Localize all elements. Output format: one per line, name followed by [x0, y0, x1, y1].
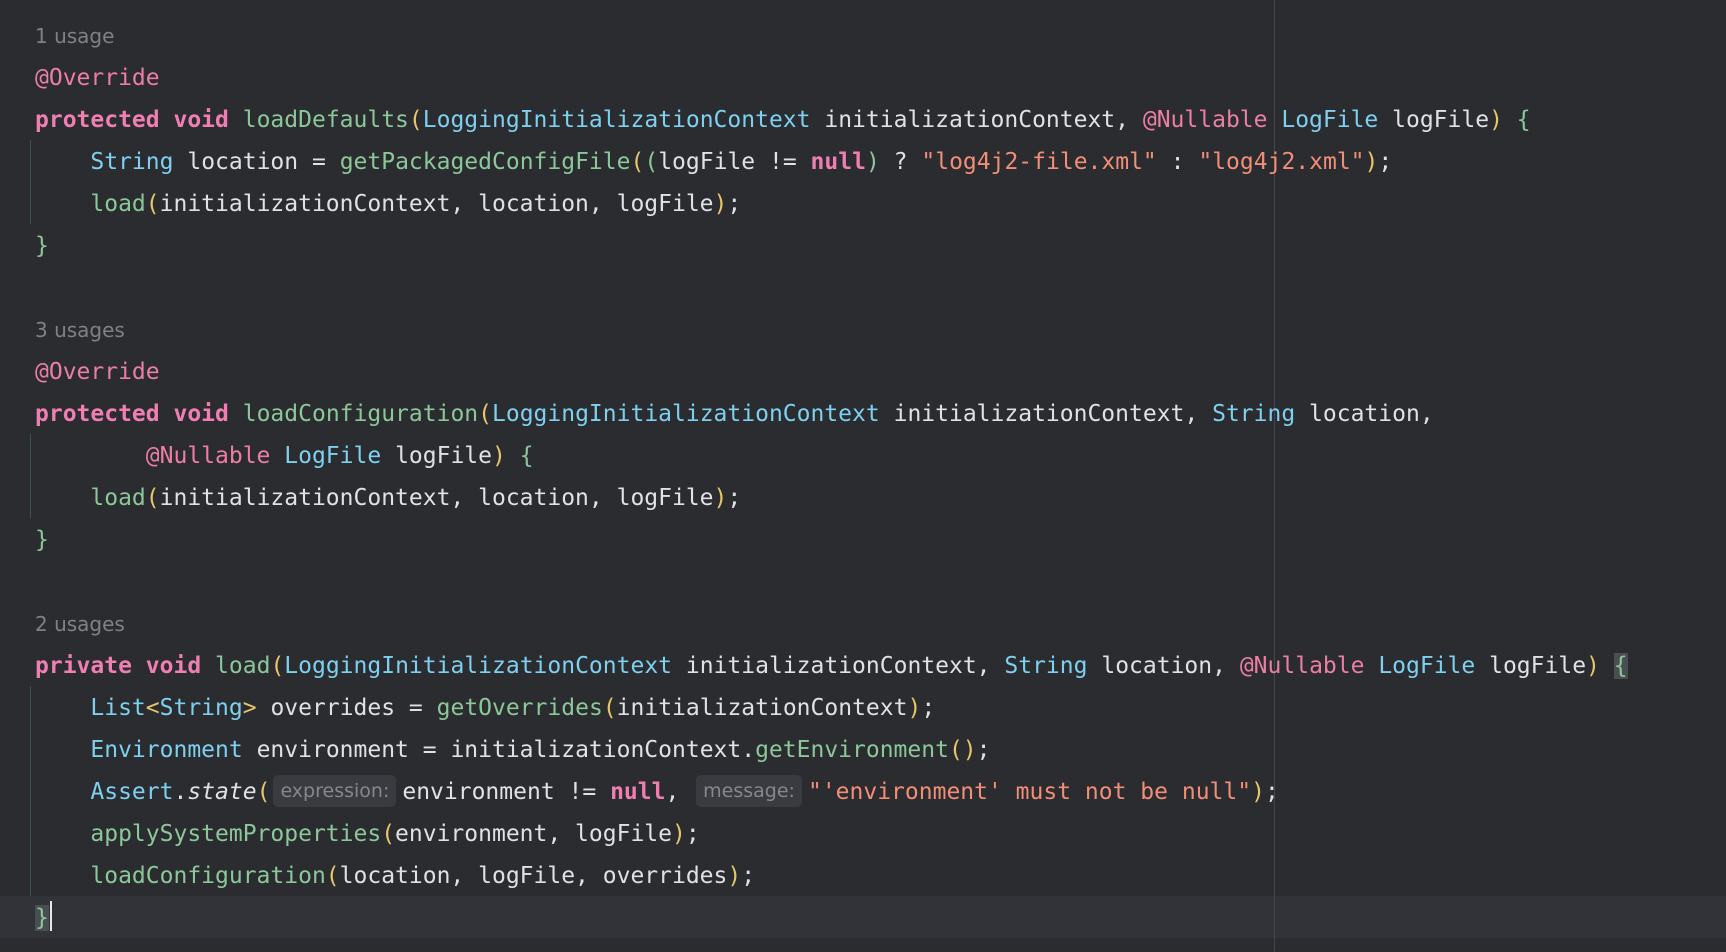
method-name: load	[215, 653, 271, 679]
code-line[interactable]: load(initializationContext, location, lo…	[35, 183, 741, 225]
type-name: LogFile	[1378, 653, 1476, 679]
type-name: LoggingInitializationContext	[492, 401, 880, 427]
parameter-hint: message:	[696, 775, 802, 807]
code-line[interactable]: protected void loadConfiguration(Logging…	[35, 393, 1434, 435]
usage-hint[interactable]: 2 usages	[35, 609, 125, 639]
type-name: List	[90, 695, 146, 721]
code-line[interactable]: String location = getPackagedConfigFile(…	[35, 141, 1392, 183]
keyword: void	[173, 107, 229, 133]
code-line[interactable]: @Override	[35, 351, 160, 393]
type-name: String	[1004, 653, 1088, 679]
string-literal: "log4j2.xml"	[1198, 149, 1365, 175]
arguments: initializationContext	[616, 695, 908, 721]
type-name: Assert	[90, 779, 174, 805]
parameter: initializationContext,	[824, 107, 1129, 133]
type-name: String	[1212, 401, 1296, 427]
matched-brace: }	[35, 905, 49, 931]
code-line[interactable]: Assert.state(expression: environment != n…	[35, 771, 1279, 813]
code-line[interactable]: }	[35, 519, 49, 561]
expression: environment !=	[402, 779, 597, 805]
keyword: void	[173, 401, 229, 427]
variable: environment = initializationContext.	[256, 737, 756, 763]
parameter: location,	[1309, 401, 1434, 427]
code-line[interactable]: Environment environment = initialization…	[35, 729, 990, 771]
annotation: @Nullable	[1239, 653, 1365, 679]
indent-guide	[30, 686, 31, 896]
code-editor[interactable]: 1 usage @Override protected void loadDef…	[0, 0, 1726, 952]
operator: ?	[893, 149, 908, 175]
keyword: protected	[35, 107, 160, 133]
method-name: loadConfiguration	[242, 401, 479, 427]
code-line[interactable]: applySystemProperties(environment, logFi…	[35, 813, 699, 855]
arguments: initializationContext, location, logFile	[159, 485, 714, 511]
type-name: Environment	[90, 737, 243, 763]
arguments: location, logFile, overrides	[339, 863, 728, 889]
code-line[interactable]: private void load(LoggingInitializationC…	[35, 645, 1628, 687]
indent-guide	[30, 140, 31, 224]
current-line-highlight	[0, 896, 1726, 938]
method-name: loadDefaults	[242, 107, 409, 133]
code-line[interactable]: @Nullable LogFile logFile) {	[35, 435, 534, 477]
parameter: logFile	[395, 443, 492, 469]
type-name: LoggingInitializationContext	[422, 107, 811, 133]
keyword: void	[145, 653, 202, 679]
operator: :	[1170, 149, 1185, 175]
code-line[interactable]: load(initializationContext, location, lo…	[35, 477, 741, 519]
parameter: initializationContext,	[893, 401, 1199, 427]
code-line[interactable]: protected void loadDefaults(LoggingIniti…	[35, 99, 1531, 141]
type-name: LoggingInitializationContext	[284, 653, 673, 679]
parameter-hint: expression:	[273, 775, 397, 807]
annotation: @Nullable	[145, 443, 271, 469]
string-literal: "'environment' must not be null"	[807, 779, 1252, 805]
expression: logFile !=	[658, 149, 797, 175]
variable: overrides =	[270, 695, 423, 721]
method-call: getOverrides	[436, 695, 603, 721]
code-line[interactable]: @Override	[35, 57, 160, 99]
type-name: String	[159, 695, 243, 721]
code-line[interactable]: List<String> overrides = getOverrides(in…	[35, 687, 935, 729]
text-caret	[49, 901, 52, 931]
code-line[interactable]: loadConfiguration(location, logFile, ove…	[35, 855, 755, 897]
indent-guide	[30, 434, 31, 518]
parameter: logFile	[1392, 107, 1490, 133]
method-call: load	[90, 485, 146, 511]
usage-hint[interactable]: 3 usages	[35, 315, 125, 345]
type-name: String	[90, 149, 174, 175]
parameter: location,	[1101, 653, 1226, 679]
arguments: environment, logFile	[395, 821, 672, 847]
type-name: LogFile	[284, 443, 382, 469]
method-call: applySystemProperties	[90, 821, 382, 847]
keyword: protected	[35, 401, 160, 427]
method-call: load	[90, 191, 146, 217]
type-name: LogFile	[1281, 107, 1379, 133]
matched-brace: {	[1613, 653, 1628, 679]
string-literal: "log4j2-file.xml"	[921, 149, 1157, 175]
annotation: @Override	[35, 359, 160, 385]
keyword: private	[35, 653, 132, 679]
code-line[interactable]: }	[35, 897, 52, 939]
annotation: @Nullable	[1142, 107, 1268, 133]
usage-hint[interactable]: 1 usage	[35, 21, 114, 51]
annotation: @Override	[35, 65, 160, 91]
variable: location =	[187, 149, 326, 175]
code-line[interactable]: }	[35, 225, 49, 267]
parameter: logFile	[1489, 653, 1587, 679]
method-call: state	[187, 779, 257, 805]
parameter: initializationContext,	[685, 653, 991, 679]
null-keyword: null	[610, 779, 666, 805]
method-call: getEnvironment	[755, 737, 949, 763]
method-call: loadConfiguration	[90, 863, 326, 889]
null-keyword: null	[810, 149, 866, 175]
method-call: getPackagedConfigFile	[339, 149, 631, 175]
arguments: initializationContext, location, logFile	[159, 191, 714, 217]
